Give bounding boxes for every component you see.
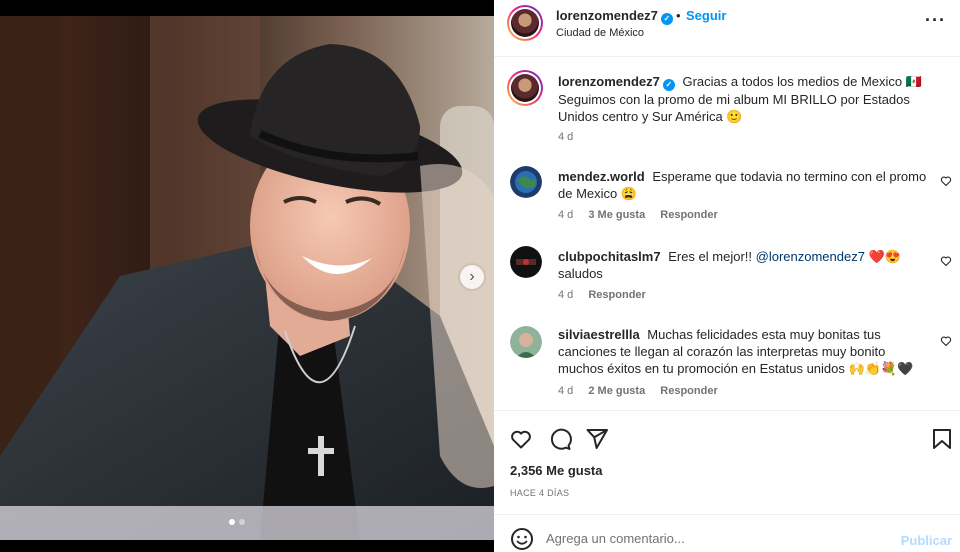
comment-meta: 4 d 3 Me gusta Responder xyxy=(558,209,730,221)
follow-button[interactable]: Seguir xyxy=(686,8,726,23)
comment-icon[interactable] xyxy=(548,427,572,451)
carousel-next-button[interactable]: › xyxy=(460,265,484,289)
share-icon[interactable] xyxy=(585,427,609,451)
verified-badge-icon: ✓ xyxy=(660,13,673,25)
comment-text-block: silviaestrellla Muchas felicidades esta … xyxy=(558,326,930,377)
caption-text-block: lorenzomendez7 ✓ Gracias a todos los medi… xyxy=(558,73,930,125)
comment-username[interactable]: clubpochitaslm7 xyxy=(558,249,661,264)
comment-input[interactable] xyxy=(546,531,886,546)
author-avatar[interactable] xyxy=(507,5,543,41)
comment-text: Eres el mejor!! xyxy=(668,249,756,264)
mention-link[interactable]: @lorenzomendez7 xyxy=(756,249,865,264)
chevron-right-icon: › xyxy=(469,268,475,285)
comment-username[interactable]: silviaestrellla xyxy=(558,327,640,342)
post-sidebar: lorenzomendez7 ✓ • Seguir Ciudad de Méxic… xyxy=(494,0,960,552)
heart-icon[interactable] xyxy=(509,427,533,451)
comment-likes-count[interactable]: 2 Me gusta xyxy=(588,385,645,397)
heart-icon[interactable] xyxy=(940,175,952,187)
commenter-avatar[interactable] xyxy=(510,166,542,198)
post-timestamp[interactable]: HACE 4 DÍAS xyxy=(510,488,569,498)
comment-time[interactable]: 4 d xyxy=(558,209,573,221)
comment-meta: 4 d Responder xyxy=(558,289,658,301)
heart-icon[interactable] xyxy=(940,255,952,267)
reply-button[interactable]: Responder xyxy=(660,385,717,397)
post-location[interactable]: Ciudad de México xyxy=(556,27,644,39)
reply-button[interactable]: Responder xyxy=(660,209,717,221)
post-header: lorenzomendez7 ✓ • Seguir Ciudad de Méxic… xyxy=(494,0,960,57)
reply-button[interactable]: Responder xyxy=(588,289,645,301)
verified-badge-icon: ✓ xyxy=(662,79,675,91)
caption-username[interactable]: lorenzomendez7 ✓ xyxy=(558,74,675,91)
carousel-dot xyxy=(239,519,245,525)
caption-meta: 4 d xyxy=(558,131,585,143)
commenter-avatar[interactable] xyxy=(510,326,542,358)
commenter-avatar[interactable] xyxy=(510,246,542,278)
carousel-dots xyxy=(229,519,245,525)
comment-time[interactable]: 4 d xyxy=(558,385,573,397)
comment-text-block: mendez.world Esperame que todavia no ter… xyxy=(558,168,930,202)
comment-text-block: clubpochitaslm7 Eres el mejor!! @lorenzo… xyxy=(558,248,930,282)
comment-username[interactable]: mendez.world xyxy=(558,169,645,184)
caption-avatar[interactable] xyxy=(507,70,543,106)
comment-meta: 4 d 2 Me gusta Responder xyxy=(558,385,730,397)
post-media-pane: › xyxy=(0,0,494,552)
post-actions-bar xyxy=(494,410,960,460)
emoji-icon[interactable] xyxy=(510,527,534,551)
post-photo xyxy=(0,16,494,540)
caption-time[interactable]: 4 d xyxy=(558,131,573,143)
bookmark-icon[interactable] xyxy=(930,427,954,451)
comment-time[interactable]: 4 d xyxy=(558,289,573,301)
likes-count[interactable]: 2,356 Me gusta xyxy=(510,463,603,478)
heart-icon[interactable] xyxy=(940,335,952,347)
separator-dot: • xyxy=(676,8,681,23)
more-options-button[interactable]: ··· xyxy=(925,10,946,31)
comment-likes-count[interactable]: 3 Me gusta xyxy=(588,209,645,221)
author-username[interactable]: lorenzomendez7 ✓ xyxy=(556,8,673,25)
comment-composer: Publicar xyxy=(494,514,960,552)
carousel-dot xyxy=(229,519,235,525)
publish-button[interactable]: Publicar xyxy=(901,533,952,548)
author-username-text[interactable]: lorenzomendez7 xyxy=(556,8,658,23)
